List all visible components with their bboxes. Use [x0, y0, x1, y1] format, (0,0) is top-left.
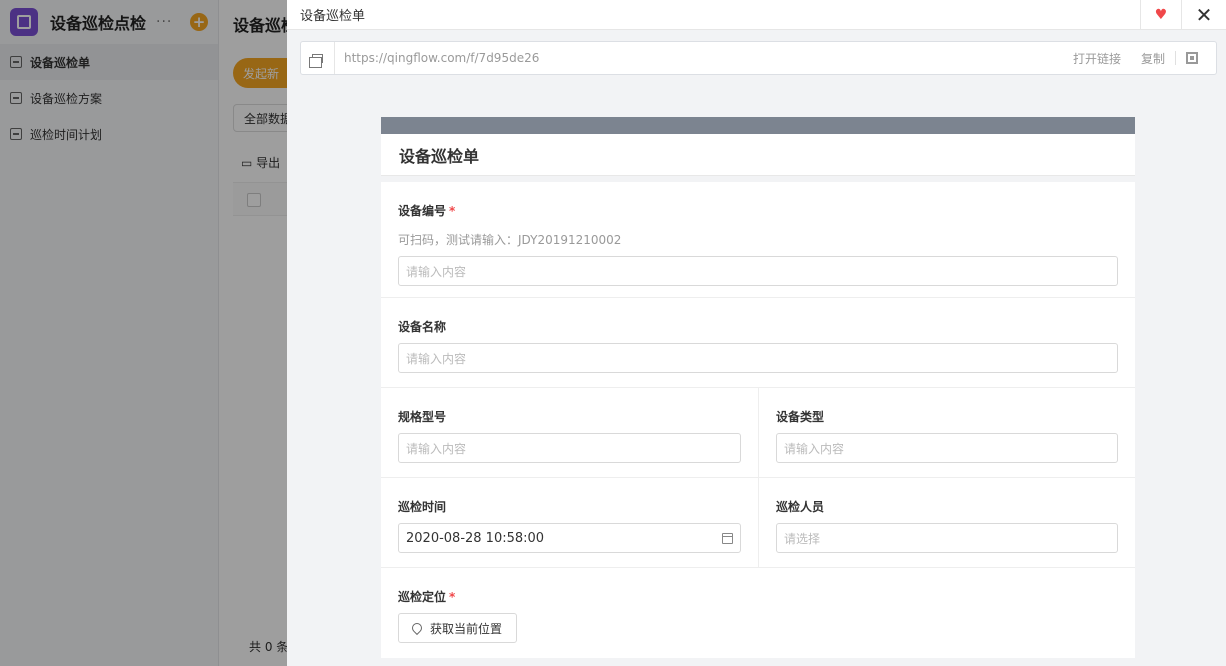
field-device-no: 设备编号 * 可扫码，测试请输入：JDY20191210002 请输入内容	[381, 182, 1135, 297]
drawer-header: 设备巡检单 ♥ ✕	[287, 0, 1226, 30]
share-url[interactable]: https://qingflow.com/f/7d95de26	[344, 51, 539, 65]
device-name-input[interactable]: 请输入内容	[398, 343, 1118, 373]
calendar-icon	[722, 532, 733, 544]
spec-model-input[interactable]: 请输入内容	[398, 433, 741, 463]
heart-icon: ♥	[1154, 7, 1168, 23]
field-label: 规格型号	[398, 410, 447, 424]
field-spec-model: 规格型号 请输入内容	[381, 388, 758, 477]
field-row: 设备名称 请输入内容	[381, 298, 1135, 388]
location-pin-icon	[409, 620, 425, 636]
link-icon-box	[301, 42, 335, 74]
device-no-input[interactable]: 请输入内容	[398, 256, 1118, 286]
form-drawer: 设备巡检单 ♥ ✕ https://qingflow.com/f/7d95de2…	[287, 0, 1226, 666]
get-location-button[interactable]: 获取当前位置	[398, 613, 517, 643]
field-label: 设备类型	[776, 410, 825, 424]
open-link-button[interactable]: 打开链接	[1073, 50, 1121, 67]
field-device-name: 设备名称 请输入内容	[381, 298, 1135, 387]
inspector-select[interactable]: 请选择	[776, 523, 1118, 553]
field-device-type: 设备类型 请输入内容	[758, 388, 1135, 477]
field-row: 巡检定位 * 获取当前位置	[381, 568, 1135, 658]
drawer-title: 设备巡检单	[300, 9, 366, 24]
field-label: 巡检时间	[398, 500, 447, 514]
field-row: 规格型号 请输入内容 设备类型 请输入内容	[381, 388, 1135, 478]
copy-link-button[interactable]: 复制	[1141, 50, 1165, 67]
field-label: 设备编号 *	[398, 204, 456, 218]
divider	[1175, 51, 1176, 65]
field-inspector: 巡检人员 请选择	[758, 478, 1135, 567]
device-type-input[interactable]: 请输入内容	[776, 433, 1118, 463]
qrcode-icon[interactable]	[1186, 52, 1198, 64]
copy-icon	[309, 53, 323, 68]
field-label: 设备名称	[398, 320, 447, 334]
get-location-label: 获取当前位置	[430, 621, 503, 636]
field-label: 巡检定位 *	[398, 590, 456, 604]
field-row: 设备编号 * 可扫码，测试请输入：JDY20191210002 请输入内容	[381, 182, 1135, 298]
share-link-bar: https://qingflow.com/f/7d95de26 打开链接 复制	[300, 41, 1217, 75]
form-body: 设备编号 * 可扫码，测试请输入：JDY20191210002 请输入内容 设备名…	[381, 182, 1135, 658]
inspect-time-value: 2020-08-28 10:58:00	[406, 530, 545, 546]
field-label: 巡检人员	[776, 500, 825, 514]
form-card: 设备巡检单 设备编号 * 可扫码，测试请输入：JDY20191210002 请输入…	[381, 117, 1135, 658]
field-inspect-time: 巡检时间 2020-08-28 10:58:00	[381, 478, 758, 567]
field-location: 巡检定位 * 获取当前位置	[381, 568, 1135, 658]
form-header-bar	[381, 117, 1135, 134]
close-icon: ✕	[1195, 3, 1213, 27]
field-row: 巡检时间 2020-08-28 10:58:00 巡检人员 请选择	[381, 478, 1135, 568]
close-button[interactable]: ✕	[1182, 0, 1226, 30]
required-mark: *	[449, 204, 456, 218]
required-mark: *	[449, 590, 456, 604]
inspect-time-picker[interactable]: 2020-08-28 10:58:00	[398, 523, 741, 553]
field-description: 可扫码，测试请输入：JDY20191210002	[398, 233, 622, 247]
favorite-button[interactable]: ♥	[1140, 0, 1182, 30]
form-title: 设备巡检单	[381, 134, 1135, 176]
